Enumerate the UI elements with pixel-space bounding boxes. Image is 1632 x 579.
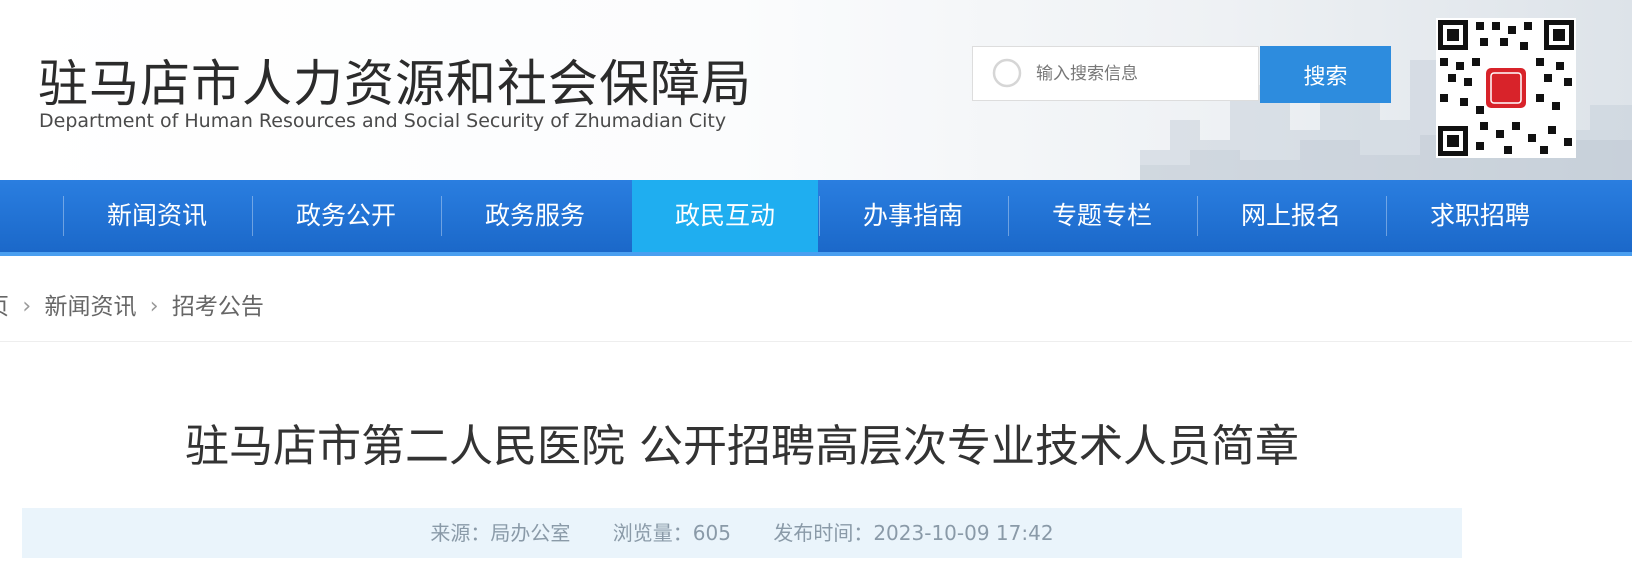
divider [0, 341, 1632, 342]
article-publish-time: 发布时间：2023-10-09 17:42 [773, 521, 1054, 545]
nav-item-government-affairs[interactable]: 政务公开 [253, 180, 439, 252]
main-nav: 新闻资讯 政务公开 政务服务 政民互动 办事指南 专题专栏 网上报名 求职招聘 [0, 180, 1632, 256]
chevron-right-icon: › [149, 293, 159, 319]
site-subtitle: Department of Human Resources and Social… [39, 110, 727, 132]
article-title: 驻马店市第二人民医院 公开招聘高层次专业技术人员简章 [185, 421, 1299, 472]
site-header: 驻马店市人力资源和社会保障局 Department of Human Resou… [0, 0, 1632, 180]
chevron-right-icon: › [22, 293, 32, 319]
breadcrumb-home[interactable]: 页 [0, 287, 9, 327]
breadcrumb-exam-announcements[interactable]: 招考公告 [172, 287, 264, 327]
qr-code-icon [1436, 18, 1576, 158]
article-source: 来源：局办公室 [430, 521, 571, 545]
breadcrumb-news[interactable]: 新闻资讯 [44, 287, 136, 327]
nav-item-special-topics[interactable]: 专题专栏 [1009, 180, 1195, 252]
article-view-count: 浏览量：605 [612, 521, 731, 545]
nav-item-guide[interactable]: 办事指南 [820, 180, 1006, 252]
nav-item-job-recruitment[interactable]: 求职招聘 [1387, 180, 1573, 252]
nav-item-interaction[interactable]: 政民互动 [632, 180, 818, 252]
search-icon [992, 58, 1022, 88]
nav-item-online-registration[interactable]: 网上报名 [1198, 180, 1384, 252]
article-meta-bar: 来源：局办公室 浏览量：605 发布时间：2023-10-09 17:42 [22, 508, 1462, 558]
nav-item-government-services[interactable]: 政务服务 [442, 180, 628, 252]
site-title: 驻马店市人力资源和社会保障局 [38, 55, 752, 113]
search-input[interactable] [1030, 52, 1267, 96]
search-button[interactable]: 搜索 [1260, 46, 1391, 103]
breadcrumb: 页 › 新闻资讯 › 招考公告 [0, 286, 264, 326]
nav-item-news[interactable]: 新闻资讯 [64, 180, 250, 252]
